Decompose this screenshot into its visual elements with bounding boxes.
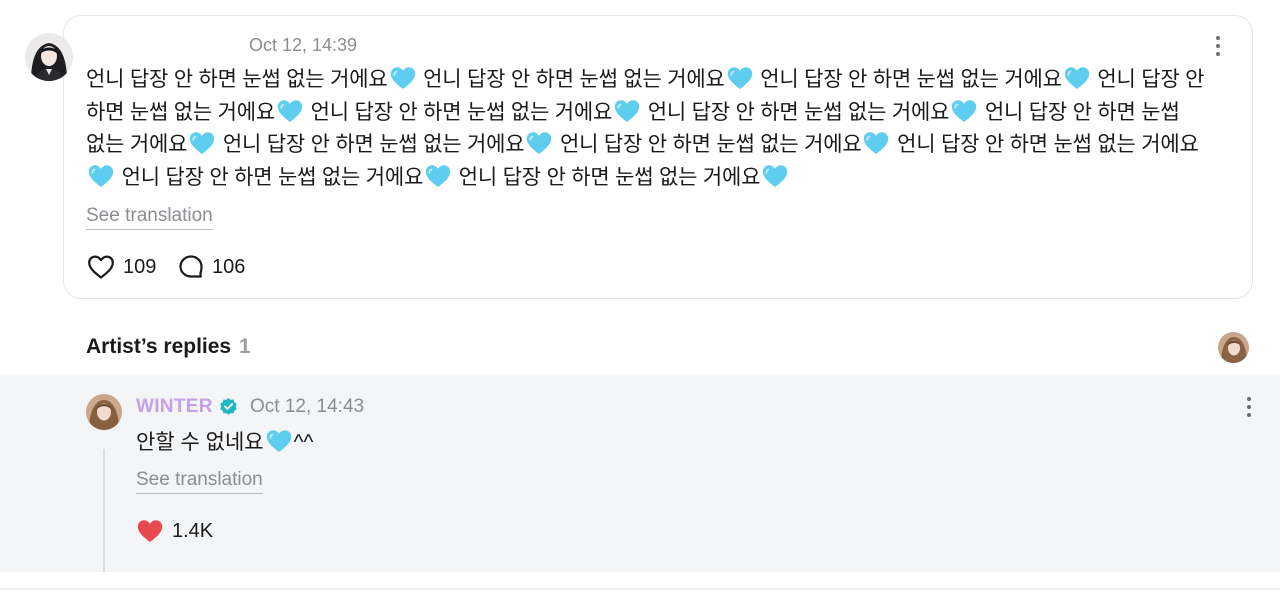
- post-text-segment: 언니 답장 안 하면 눈썹 없는 거에요: [754, 68, 1062, 91]
- post-text-segment: 언니 답장 안 하면 눈썹 없는 거에요: [642, 100, 950, 124]
- post-like-count: 109: [123, 255, 157, 278]
- post-text-segment: 언니 답장 안 하면 눈썹 없는 거에요: [453, 165, 761, 189]
- light-blue-heart-icon: [424, 163, 452, 189]
- reply-text-suffix: ^^: [293, 431, 314, 454]
- post-text-segment: 언니 답장 안 하면 눈썹 없는 거에요: [417, 68, 725, 91]
- reply-timestamp: Oct 12, 14:43: [250, 396, 365, 417]
- post-text-segment: 언니 답장 안 하면 눈썹 없는 거에요: [116, 165, 424, 189]
- light-blue-heart-icon: [950, 98, 978, 124]
- light-blue-heart-icon: [87, 163, 115, 189]
- light-blue-heart-icon: [1063, 65, 1091, 91]
- post-comment-button[interactable]: 106: [178, 254, 245, 280]
- reply-author-avatar[interactable]: [86, 394, 122, 430]
- reply-text-main: 안할 수 없네요: [136, 431, 264, 454]
- light-blue-heart-icon: [188, 130, 216, 156]
- author-avatar[interactable]: [25, 33, 73, 81]
- divider: [0, 588, 1280, 590]
- light-blue-heart-icon: [265, 428, 293, 454]
- light-blue-heart-icon: [761, 163, 789, 189]
- artist-replies-count: 1: [238, 335, 251, 358]
- light-blue-heart-icon: [525, 130, 553, 156]
- light-blue-heart-icon: [276, 98, 304, 124]
- artist-replies-header: Artist’s replies 1: [86, 335, 251, 359]
- heart-outline-icon: [88, 255, 114, 279]
- reply-like-button[interactable]: 1.4K: [136, 518, 213, 544]
- post-text-segment: 언니 답장 안 하면 눈썹 없는 거에요: [217, 133, 525, 156]
- post-timestamp: Oct 12, 14:39: [249, 35, 358, 55]
- light-blue-heart-icon: [389, 65, 417, 91]
- artist-avatar-small[interactable]: [1218, 332, 1249, 363]
- post-detail-page: Oct 12, 14:39 언니 답장 안 하면 눈썹 없는 거에요 언니 답장…: [0, 0, 1280, 593]
- heart-filled-icon: [137, 520, 163, 542]
- comment-bubble-icon: [179, 255, 203, 278]
- light-blue-heart-icon: [613, 98, 641, 124]
- reply-see-translation-link[interactable]: See translation: [136, 469, 263, 494]
- light-blue-heart-icon: [862, 130, 890, 156]
- reply-author-name[interactable]: WINTER: [136, 396, 213, 418]
- post-text-segment: 언니 답장 안 하면 눈썹 없는 거에요: [304, 100, 613, 124]
- post-text-segment: 언니 답장 안 하면 눈썹 없는 거에요: [554, 133, 862, 156]
- reply-like-count: 1.4K: [172, 519, 214, 542]
- reply-more-icon[interactable]: [1246, 397, 1252, 417]
- reply-text: 안할 수 없네요 ^^: [136, 427, 313, 459]
- artist-replies-title: Artist’s replies: [86, 335, 232, 358]
- post-text-segment: 언니 답장 안 하면 눈썹 없는 거에요: [86, 68, 388, 91]
- post-text-segment: 언니 답장 안 하면 눈썹 없는 거에요: [891, 133, 1199, 156]
- post-like-button[interactable]: 109: [87, 254, 156, 280]
- light-blue-heart-icon: [726, 65, 754, 91]
- post-more-icon[interactable]: [1215, 36, 1221, 56]
- verified-badge-icon: [220, 397, 237, 415]
- post-see-translation-link[interactable]: See translation: [86, 205, 213, 230]
- thread-line: [103, 449, 105, 572]
- post-comment-count: 106: [212, 255, 246, 278]
- post-text: 언니 답장 안 하면 눈썹 없는 거에요 언니 답장 안 하면 눈썹 없는 거에…: [86, 64, 1221, 194]
